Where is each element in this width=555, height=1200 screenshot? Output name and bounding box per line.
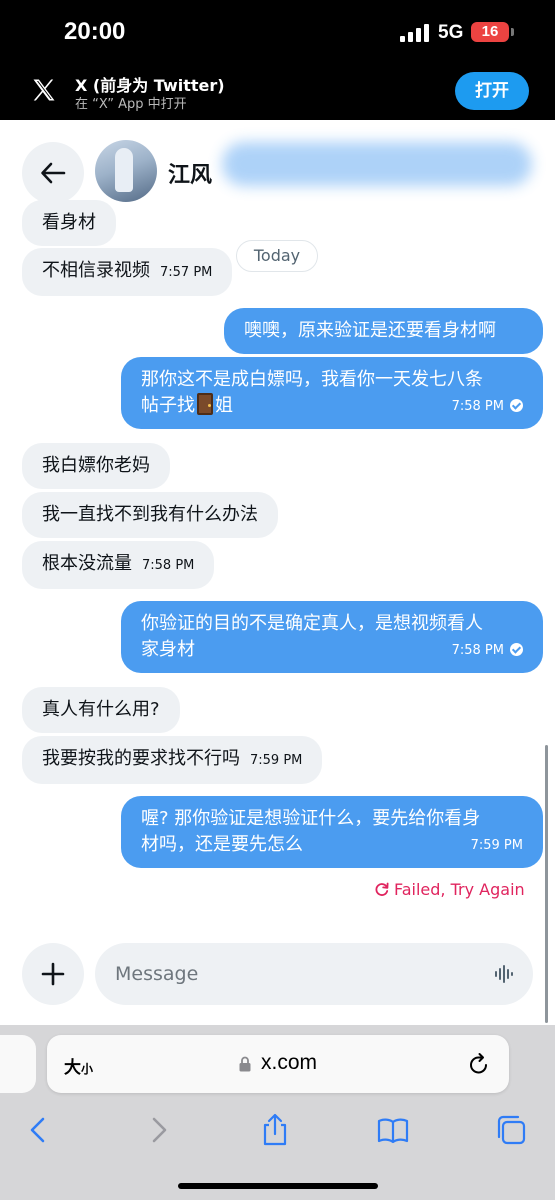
message-bubble-in[interactable]: 我白嫖你老妈 xyxy=(22,443,170,489)
retry-icon xyxy=(375,882,389,896)
browser-nav-bar xyxy=(0,1105,555,1155)
page: { "status_bar": { "time": "20:00", "netw… xyxy=(0,0,555,1200)
message-bubble-in[interactable]: 真人有什么用? xyxy=(22,687,180,733)
message-timestamp: 7:58 PM xyxy=(142,558,195,573)
cellular-signal-icon xyxy=(400,24,429,42)
message-timestamp: 7:59 PM xyxy=(470,838,523,853)
message-bubble-out[interactable]: 喔? 那你验证是想验证什么，要先给你看身 材吗，还是要先怎么 7:59 PM xyxy=(121,796,543,868)
sent-checkmark-icon xyxy=(510,399,523,412)
back-button[interactable] xyxy=(22,142,84,204)
message-meta: 7:58 PM xyxy=(452,399,523,415)
message-bubble-out[interactable]: 那你这不是成白嫖吗，我看你一天发七八条 帖子找姐 7:58 PM xyxy=(121,357,543,429)
browser-toolbar: 大小 x.com xyxy=(0,1025,555,1200)
battery-icon: 16 xyxy=(471,22,509,42)
message-bubble-out[interactable]: 噢噢，原来验证是还要看身材啊 xyxy=(224,308,543,354)
share-icon[interactable] xyxy=(258,1113,292,1147)
open-in-app-banner: X (前身为 Twitter) 在 “X” App 中打开 打开 xyxy=(0,62,555,120)
message-text: 真人有什么用? xyxy=(42,699,160,720)
open-app-button[interactable]: 打开 xyxy=(455,72,529,110)
message-bubble-in[interactable]: 不相信录视频 7:57 PM xyxy=(22,248,233,296)
text-size-large: 大 xyxy=(64,1058,81,1078)
message-timestamp: 7:58 PM xyxy=(451,643,504,658)
scrollbar[interactable] xyxy=(545,745,548,1023)
previous-tab-preview[interactable] xyxy=(0,1035,36,1093)
message-text-line: 帖子找姐 7:58 PM xyxy=(141,393,523,419)
text-size-button[interactable]: 大小 xyxy=(64,1053,93,1078)
message-text: 看身材 xyxy=(42,212,96,233)
address-bar[interactable]: 大小 x.com xyxy=(47,1035,509,1093)
url-text: x.com xyxy=(261,1051,318,1074)
bookmarks-icon[interactable] xyxy=(376,1113,410,1147)
lock-icon xyxy=(239,1056,251,1072)
voice-message-icon[interactable] xyxy=(494,962,516,986)
message-timestamp: 7:58 PM xyxy=(451,399,504,414)
failed-label: Failed, Try Again xyxy=(394,880,525,899)
message-text-line: 喔? 那你验证是想验证什么，要先给你看身 xyxy=(141,808,481,829)
message-text: 家身材 xyxy=(141,639,195,660)
banner-subtitle: 在 “X” App 中打开 xyxy=(75,97,187,112)
home-indicator xyxy=(178,1183,378,1189)
back-arrow-icon xyxy=(41,162,66,184)
chat-header: 江风 xyxy=(0,120,555,212)
message-text-line: 那你这不是成白嫖吗，我看你一天发七八条 xyxy=(141,369,483,390)
message-text: 我要按我的要求找不行吗 xyxy=(42,748,240,769)
message-bubble-in[interactable]: 我要按我的要求找不行吗 7:59 PM xyxy=(22,736,323,784)
message-timestamp: 7:57 PM xyxy=(160,265,213,280)
message-text: 帖子找 xyxy=(141,395,195,416)
message-bubble-in[interactable]: 根本没流量 7:58 PM xyxy=(22,541,215,589)
message-bubble-in[interactable]: 我一直找不到我有什么办法 xyxy=(22,492,278,538)
message-input[interactable] xyxy=(115,943,475,1005)
battery-cap xyxy=(511,28,514,36)
message-text-line: 家身材 7:58 PM xyxy=(141,637,523,663)
message-text: 我白嫖你老妈 xyxy=(42,455,150,476)
message-timestamp: 7:59 PM xyxy=(250,753,303,768)
blurred-message-preview xyxy=(222,142,532,186)
avatar-figure xyxy=(115,148,133,192)
contact-name[interactable]: 江风 xyxy=(168,157,212,189)
network-type: 5G xyxy=(438,22,464,43)
message-bubble-in[interactable]: 看身材 xyxy=(22,200,116,246)
status-bar: 20:00 5G 16 xyxy=(0,0,555,62)
message-text: 噢噢，原来验证是还要看身材啊 xyxy=(244,320,496,341)
message-text-line: 你验证的目的不是确定真人，是想视频看人 xyxy=(141,613,483,634)
message-text: 根本没流量 xyxy=(42,553,132,574)
back-icon[interactable] xyxy=(22,1113,56,1147)
add-media-button[interactable] xyxy=(22,943,84,1005)
clock: 20:00 xyxy=(64,18,126,45)
message-text-line: 材吗，还是要先怎么 7:59 PM xyxy=(141,832,523,858)
message-meta: 7:58 PM xyxy=(452,643,523,659)
text-size-small: 小 xyxy=(81,1062,94,1076)
failed-retry-link[interactable]: Failed, Try Again xyxy=(374,880,525,899)
message-text: 我一直找不到我有什么办法 xyxy=(42,504,258,525)
plus-icon xyxy=(41,962,65,986)
door-emoji-icon xyxy=(197,393,213,415)
message-text: 材吗，还是要先怎么 xyxy=(141,834,303,855)
message-text: 不相信录视频 xyxy=(42,260,150,281)
message-bubble-out[interactable]: 你验证的目的不是确定真人，是想视频看人 家身材 7:58 PM xyxy=(121,601,543,673)
message-composer[interactable] xyxy=(95,943,533,1005)
message-text: 姐 xyxy=(215,395,233,416)
sent-checkmark-icon xyxy=(510,643,523,656)
tabs-icon[interactable] xyxy=(494,1113,528,1147)
forward-icon[interactable] xyxy=(141,1113,175,1147)
reload-icon[interactable] xyxy=(468,1052,490,1076)
avatar[interactable] xyxy=(95,140,157,202)
x-logo-icon xyxy=(33,79,55,101)
date-separator: Today xyxy=(236,240,318,272)
